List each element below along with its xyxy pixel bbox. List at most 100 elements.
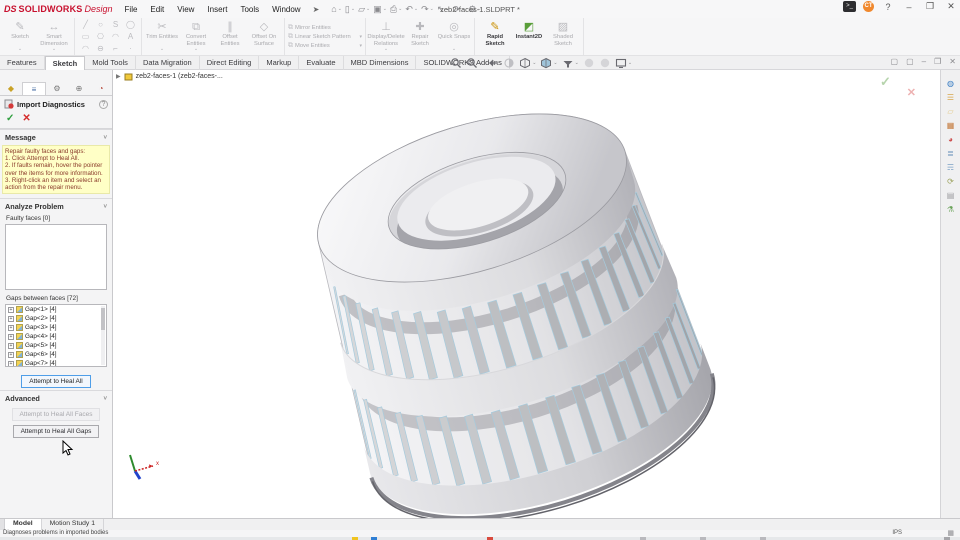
view-orientation-icon[interactable]: ⌄ [519,57,536,69]
display-style-icon[interactable]: ⌄ [540,57,557,69]
new-document-icon[interactable]: ▯⌄ [345,4,355,15]
faulty-faces-list[interactable] [5,224,107,290]
graphics-viewport[interactable]: ▶ zeb2-faces-1 (zeb2-faces-... ✓ ✕ x [113,70,940,518]
expand-icon[interactable]: + [8,343,14,349]
restore-button[interactable]: ❐ [923,1,937,12]
offset-on-surface-button[interactable]: ◇Offset On Surface [247,19,281,54]
attempt-heal-all-button[interactable]: Attempt to Heal All [21,375,90,388]
manager-tab-configuration-manager[interactable]: ⚙ [46,82,68,95]
solidworks-resources-icon[interactable]: ◍ [945,78,957,89]
part-reviewer-icon[interactable]: ▤ [945,190,957,201]
rapid-sketch-button[interactable]: ✎Rapid Sketch [478,19,512,54]
text-icon[interactable]: A [123,31,138,43]
feature-tree-flyout[interactable]: ▶ zeb2-faces-1 (zeb2-faces-... [116,72,223,81]
menu-tools[interactable]: Tools [234,3,265,16]
gap-list-item[interactable]: +Gap<2> [4] [6,314,106,323]
file-explorer-icon[interactable]: ▱ [945,106,957,117]
tab-markup[interactable]: Markup [259,56,299,70]
gaps-scrollbar-thumb[interactable] [101,308,105,330]
manager-tab-property-manager[interactable]: ≡ [22,82,46,95]
select-icon[interactable]: ↖⌄ [437,4,450,15]
instant2d-button[interactable]: ◩Instant2D [512,19,546,54]
apply-scene-icon[interactable] [599,57,611,69]
rebuild-icon[interactable]: ⟳⌄ [453,4,466,15]
shaded-sketch-contours-button[interactable]: ▨Shaded Sketch Contours [546,19,580,54]
zoom-area-icon[interactable]: ⌄ [466,57,483,69]
tab-mbd-dimensions[interactable]: MBD Dimensions [344,56,417,70]
section-view-icon[interactable] [503,57,515,69]
custom-properties-icon[interactable]: ≣ [945,148,957,159]
confirm-accept-icon[interactable]: ✓ [880,74,891,90]
cancel-icon[interactable]: ✕ [22,113,30,124]
attempt-heal-all-gaps-button[interactable]: Attempt to Heal All Gaps [13,425,100,438]
menu-view[interactable]: View [171,3,200,16]
ellipse-icon[interactable]: ◯ [123,19,138,31]
bottom-tab-model[interactable]: Model [5,519,42,530]
smart-dimension-button[interactable]: ↔Smart Dimension⌄ [37,19,71,54]
custom-status-icon[interactable]: ▦ [947,529,954,537]
offset-entities-button[interactable]: ∥Offset Entities [213,19,247,54]
message-section-header[interactable]: Message˅ [0,129,112,144]
expand-icon[interactable]: + [8,307,14,313]
gap-list-item[interactable]: +Gap<6> [4] [6,350,106,359]
gap-list-item[interactable]: +Gap<3> [4] [6,323,106,332]
previous-view-icon[interactable] [487,57,499,69]
analyze-problem-header[interactable]: Analyze Problem˅ [0,198,112,213]
doc-restore-button[interactable]: ❐ [934,57,941,66]
unit-system[interactable]: IPS [892,530,902,536]
open-document-icon[interactable]: ▱⌄ [358,4,370,15]
arc-icon[interactable]: ◠ [108,31,123,43]
tab-direct-editing[interactable]: Direct Editing [200,56,260,70]
pin-icon[interactable]: ➤ [307,5,326,14]
print-icon[interactable]: ⎙⌄ [390,4,402,15]
help-icon[interactable]: ? [99,100,108,109]
linear-sketch-pattern-button[interactable]: ⧉Linear Sketch Pattern▾ [288,33,362,41]
recording-icon[interactable]: CT [863,1,874,12]
doc-tile-icon[interactable]: ▢ [906,57,914,66]
terminal-icon[interactable]: >_ [843,1,856,12]
slot-icon[interactable]: ⊖ [93,43,108,55]
tab-mold-tools[interactable]: Mold Tools [85,56,136,70]
minimize-button[interactable]: – [902,2,916,12]
doc-minimize-button[interactable]: – [922,57,926,66]
solidworks-forum-icon[interactable]: ☴ [945,162,957,173]
move-entities-button[interactable]: ⧉Move Entities▾ [288,42,362,50]
repair-sketch-button[interactable]: ✚Repair Sketch [403,19,437,54]
bottom-tab-motion-study-1[interactable]: Motion Study 1 [42,519,104,530]
xpress-products-icon[interactable]: ⚗ [945,204,957,215]
zoom-fit-icon[interactable] [450,57,462,69]
help-icon[interactable]: ? [881,2,895,12]
display-delete-relations-button[interactable]: ⊥Display/Delete Relations⌄ [369,19,403,54]
undo-icon[interactable]: ↶⌄ [405,4,418,15]
home-icon[interactable]: ⌂⌄ [331,4,342,14]
expand-arrow-icon[interactable]: ▶ [116,73,121,80]
design-library-icon[interactable]: ☰ [945,92,957,103]
redo-icon[interactable]: ↷⌄ [421,4,434,15]
menu-file[interactable]: File [119,3,144,16]
hide-show-items-icon[interactable]: ⌄ [562,57,579,69]
close-button[interactable]: ✕ [944,1,958,12]
gaps-list[interactable]: +Gap<1> [4]+Gap<2> [4]+Gap<3> [4]+Gap<4>… [5,304,107,367]
expand-icon[interactable]: + [8,325,14,331]
appearances-icon[interactable]: ◕ [945,134,957,145]
manager-tab-dimxpert-manager[interactable]: ⊕ [68,82,90,95]
line-icon[interactable]: ╱ [78,19,93,31]
trim-entities-button[interactable]: ✂Trim Entities⌄ [145,19,179,54]
view-palette-icon[interactable]: ▦ [945,120,957,131]
menu-insert[interactable]: Insert [201,3,233,16]
part-model[interactable] [113,70,940,518]
tab-sketch[interactable]: Sketch [45,56,86,70]
spline-icon[interactable]: S [108,19,123,31]
expand-icon[interactable]: + [8,361,14,367]
gap-list-item[interactable]: +Gap<1> [4] [6,305,106,314]
expand-icon[interactable]: + [8,316,14,322]
save-icon[interactable]: ▣⌄ [373,4,387,15]
edit-appearance-icon[interactable] [583,57,595,69]
tab-evaluate[interactable]: Evaluate [299,56,343,70]
quick-snaps-button[interactable]: ◎Quick Snaps⌄ [437,19,471,54]
gap-list-item[interactable]: +Gap<5> [4] [6,341,106,350]
convert-entities-button[interactable]: ⧉Convert Entities⌄ [179,19,213,54]
point-icon[interactable]: · [123,43,138,55]
confirm-cancel-icon[interactable]: ✕ [907,86,916,99]
mirror-entities-button[interactable]: ⧉Mirror Entities [288,24,362,32]
